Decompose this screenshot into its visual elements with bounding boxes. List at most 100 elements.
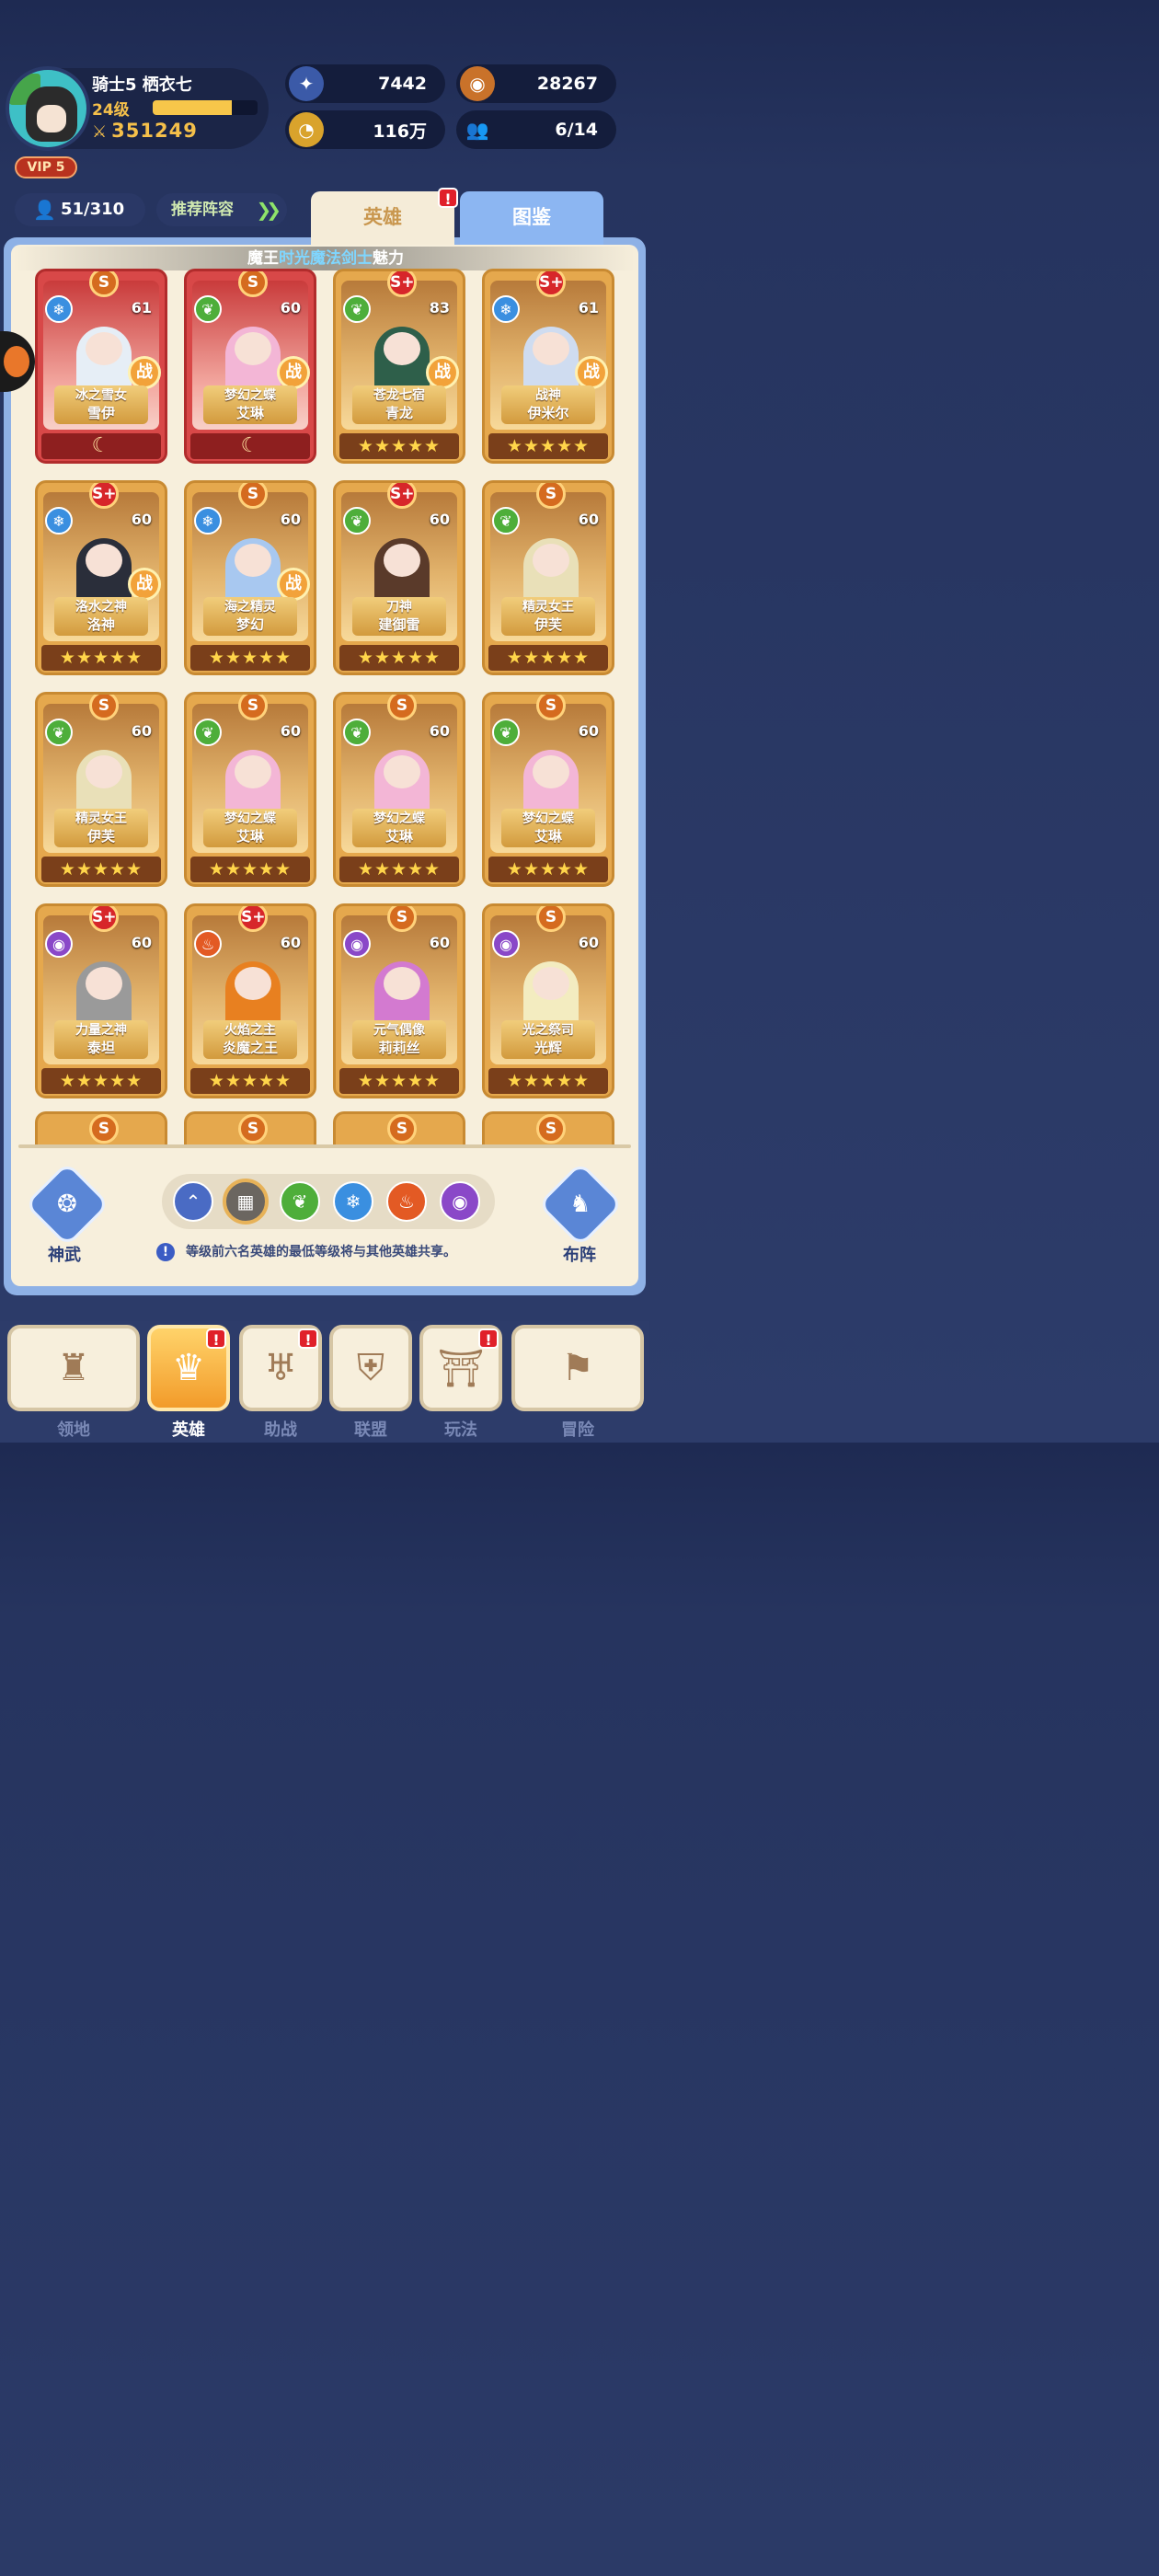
hero-card-partial[interactable]: S bbox=[333, 1111, 465, 1148]
battle-badge: 战 bbox=[575, 356, 608, 389]
hero-card[interactable]: S ❄ 60 战海之精灵 梦幻 ★★★★★ bbox=[184, 480, 316, 675]
nav-flag-button[interactable]: ⚑ bbox=[511, 1325, 644, 1411]
hero-card[interactable]: S ❦ 60 梦幻之蝶 艾琳 ★★★★★ bbox=[184, 692, 316, 887]
ticker-text-3: 魅力 bbox=[373, 249, 404, 268]
nav-shield-button[interactable]: ⛨ bbox=[329, 1325, 412, 1411]
hero-card[interactable]: S ❦ 60 精灵女王 伊芙 ★★★★★ bbox=[482, 480, 614, 675]
divider bbox=[18, 1144, 631, 1148]
eye-icon[interactable]: ◉ bbox=[440, 1181, 480, 1222]
alert-badge: ! bbox=[478, 1328, 499, 1349]
ice-element-icon: ❄ bbox=[45, 295, 73, 323]
hero-level: 60 bbox=[280, 722, 301, 740]
hero-title: 刀神 bbox=[386, 600, 412, 615]
hero-card[interactable]: S+ ◉ 60 力量之神 泰坦 ★★★★★ bbox=[35, 903, 167, 1098]
name-plate: 海之精灵 梦幻 bbox=[203, 597, 297, 636]
hero-card[interactable]: S ❄ 61 战冰之雪女 雪伊 ☾ bbox=[35, 269, 167, 464]
tab-heroes[interactable]: 英雄 bbox=[311, 191, 454, 248]
hero-card-partial[interactable]: S bbox=[35, 1111, 167, 1148]
resource-stamina[interactable]: ◉ 28267 bbox=[456, 64, 616, 103]
ice-element-icon: ❄ bbox=[45, 507, 73, 535]
battle-badge: 战 bbox=[277, 568, 310, 601]
hero-card[interactable]: S ◉ 60 光之祭司 光辉 ★★★★★ bbox=[482, 903, 614, 1098]
recommend-lineup-button[interactable]: 推荐阵容 ❯❯ bbox=[156, 193, 287, 226]
hero-title: 光之祭司 bbox=[522, 1023, 574, 1038]
hero-level: 60 bbox=[280, 299, 301, 316]
hero-title: 精灵女王 bbox=[522, 600, 574, 615]
level-progress-bar bbox=[153, 100, 258, 115]
hero-title: 苍龙七宿 bbox=[373, 388, 425, 403]
star-rating: ★★★★★ bbox=[41, 857, 161, 882]
grade-badge: S bbox=[536, 695, 566, 720]
star-rating: ★★★★★ bbox=[41, 1068, 161, 1094]
hero-card[interactable]: S+ ❦ 60 刀神 建御雷 ★★★★★ bbox=[333, 480, 465, 675]
resource-gold[interactable]: ◔ 116万 bbox=[285, 110, 445, 149]
crossed-swords-icon: ⚔ bbox=[92, 122, 109, 142]
gate-icon: ⛩ bbox=[437, 1347, 485, 1390]
hero-card[interactable]: S+ ❦ 83 战苍龙七宿 青龙 ★★★★★ bbox=[333, 269, 465, 464]
hero-card[interactable]: S+ ❄ 60 战洛水之神 洛神 ★★★★★ bbox=[35, 480, 167, 675]
hero-card[interactable]: S ❦ 60 精灵女王 伊芙 ★★★★★ bbox=[35, 692, 167, 887]
hero-level: 61 bbox=[131, 299, 152, 316]
formation-button[interactable]: ♞ bbox=[537, 1161, 624, 1248]
info-icon: ! bbox=[156, 1243, 175, 1261]
star-rating: ★★★★★ bbox=[339, 433, 459, 459]
divine-weapon-button[interactable]: ❂ bbox=[24, 1161, 110, 1248]
hero-level: 60 bbox=[280, 511, 301, 528]
hero-card[interactable]: S ◉ 60 元气偶像 莉莉丝 ★★★★★ bbox=[333, 903, 465, 1098]
hero-title: 梦幻之蝶 bbox=[224, 388, 276, 403]
nature-element-icon: ❦ bbox=[45, 719, 73, 746]
flame-icon[interactable]: ♨ bbox=[386, 1181, 427, 1222]
dark-element-icon: ◉ bbox=[492, 930, 520, 958]
star-rating: ★★★★★ bbox=[488, 857, 608, 882]
nature-element-icon: ❦ bbox=[343, 719, 371, 746]
recommend-label: 推荐阵容 bbox=[171, 201, 234, 219]
resource-friends[interactable]: 👥 6/14 bbox=[456, 110, 616, 149]
battle-badge: 战 bbox=[128, 568, 161, 601]
tab-handbook[interactable]: 图鉴 bbox=[460, 191, 603, 248]
hero-count: 👤 51/310 bbox=[15, 193, 145, 226]
formation-label: 布阵 bbox=[563, 1246, 596, 1265]
star-rating: ★★★★★ bbox=[190, 857, 310, 882]
hero-card-partial[interactable]: S bbox=[184, 1111, 316, 1148]
resource-diamond[interactable]: ✦ 7442 bbox=[285, 64, 445, 103]
hero-count-value: 51/310 bbox=[61, 200, 125, 219]
grade-badge: S bbox=[387, 695, 417, 720]
battle-badge: 战 bbox=[277, 356, 310, 389]
hero-name: 光辉 bbox=[534, 1040, 562, 1056]
hero-level: 60 bbox=[131, 511, 152, 528]
grade-badge: S bbox=[536, 1114, 566, 1144]
leaf-icon[interactable]: ❦ bbox=[280, 1181, 320, 1222]
name-plate: 精灵女王 伊芙 bbox=[54, 809, 148, 847]
name-plate: 冰之雪女 雪伊 bbox=[54, 385, 148, 424]
ice-element-icon: ❄ bbox=[194, 507, 222, 535]
snowflake-icon[interactable]: ❄ bbox=[333, 1181, 373, 1222]
avatar[interactable] bbox=[6, 66, 90, 151]
battle-badge: 战 bbox=[128, 356, 161, 389]
hero-card[interactable]: S ❦ 60 战梦幻之蝶 艾琳 ☾ bbox=[184, 269, 316, 464]
nature-element-icon: ❦ bbox=[194, 719, 222, 746]
name-plate: 力量之神 泰坦 bbox=[54, 1020, 148, 1059]
up-chevrons-icon[interactable]: ⌃ bbox=[173, 1181, 213, 1222]
hero-card-partial[interactable]: S bbox=[482, 1111, 614, 1148]
grade-badge: S bbox=[536, 906, 566, 932]
hero-level: 60 bbox=[429, 722, 450, 740]
nav-label: 领地 bbox=[57, 1420, 90, 1440]
castle-icon: ♜ bbox=[57, 1347, 90, 1389]
grade-badge: S bbox=[536, 483, 566, 509]
star-rating: ★★★★★ bbox=[190, 1068, 310, 1094]
vip-badge[interactable]: VIP 5 bbox=[15, 156, 77, 178]
hero-card[interactable]: S ❦ 60 梦幻之蝶 艾琳 ★★★★★ bbox=[333, 692, 465, 887]
hero-name: 艾琳 bbox=[235, 405, 264, 421]
grade-badge: S+ bbox=[238, 906, 268, 932]
hero-title: 洛水之神 bbox=[75, 600, 127, 615]
hero-card[interactable]: S+ ❄ 61 战战神 伊米尔 ★★★★★ bbox=[482, 269, 614, 464]
info-note-text: 等级前六名英雄的最低等级将与其他英雄共享。 bbox=[186, 1245, 456, 1259]
nav-castle-button[interactable]: ♜ bbox=[7, 1325, 140, 1411]
hero-level: 60 bbox=[429, 934, 450, 951]
hero-card[interactable]: S+ ♨ 60 火焰之主 炎魔之王 ★★★★★ bbox=[184, 903, 316, 1098]
hero-card[interactable]: S ❦ 60 梦幻之蝶 艾琳 ★★★★★ bbox=[482, 692, 614, 887]
alert-badge: ! bbox=[206, 1328, 226, 1349]
grid-icon[interactable]: ▦ bbox=[223, 1179, 269, 1225]
hero-level: 60 bbox=[131, 934, 152, 951]
assist-icon: ♅ bbox=[264, 1347, 297, 1389]
